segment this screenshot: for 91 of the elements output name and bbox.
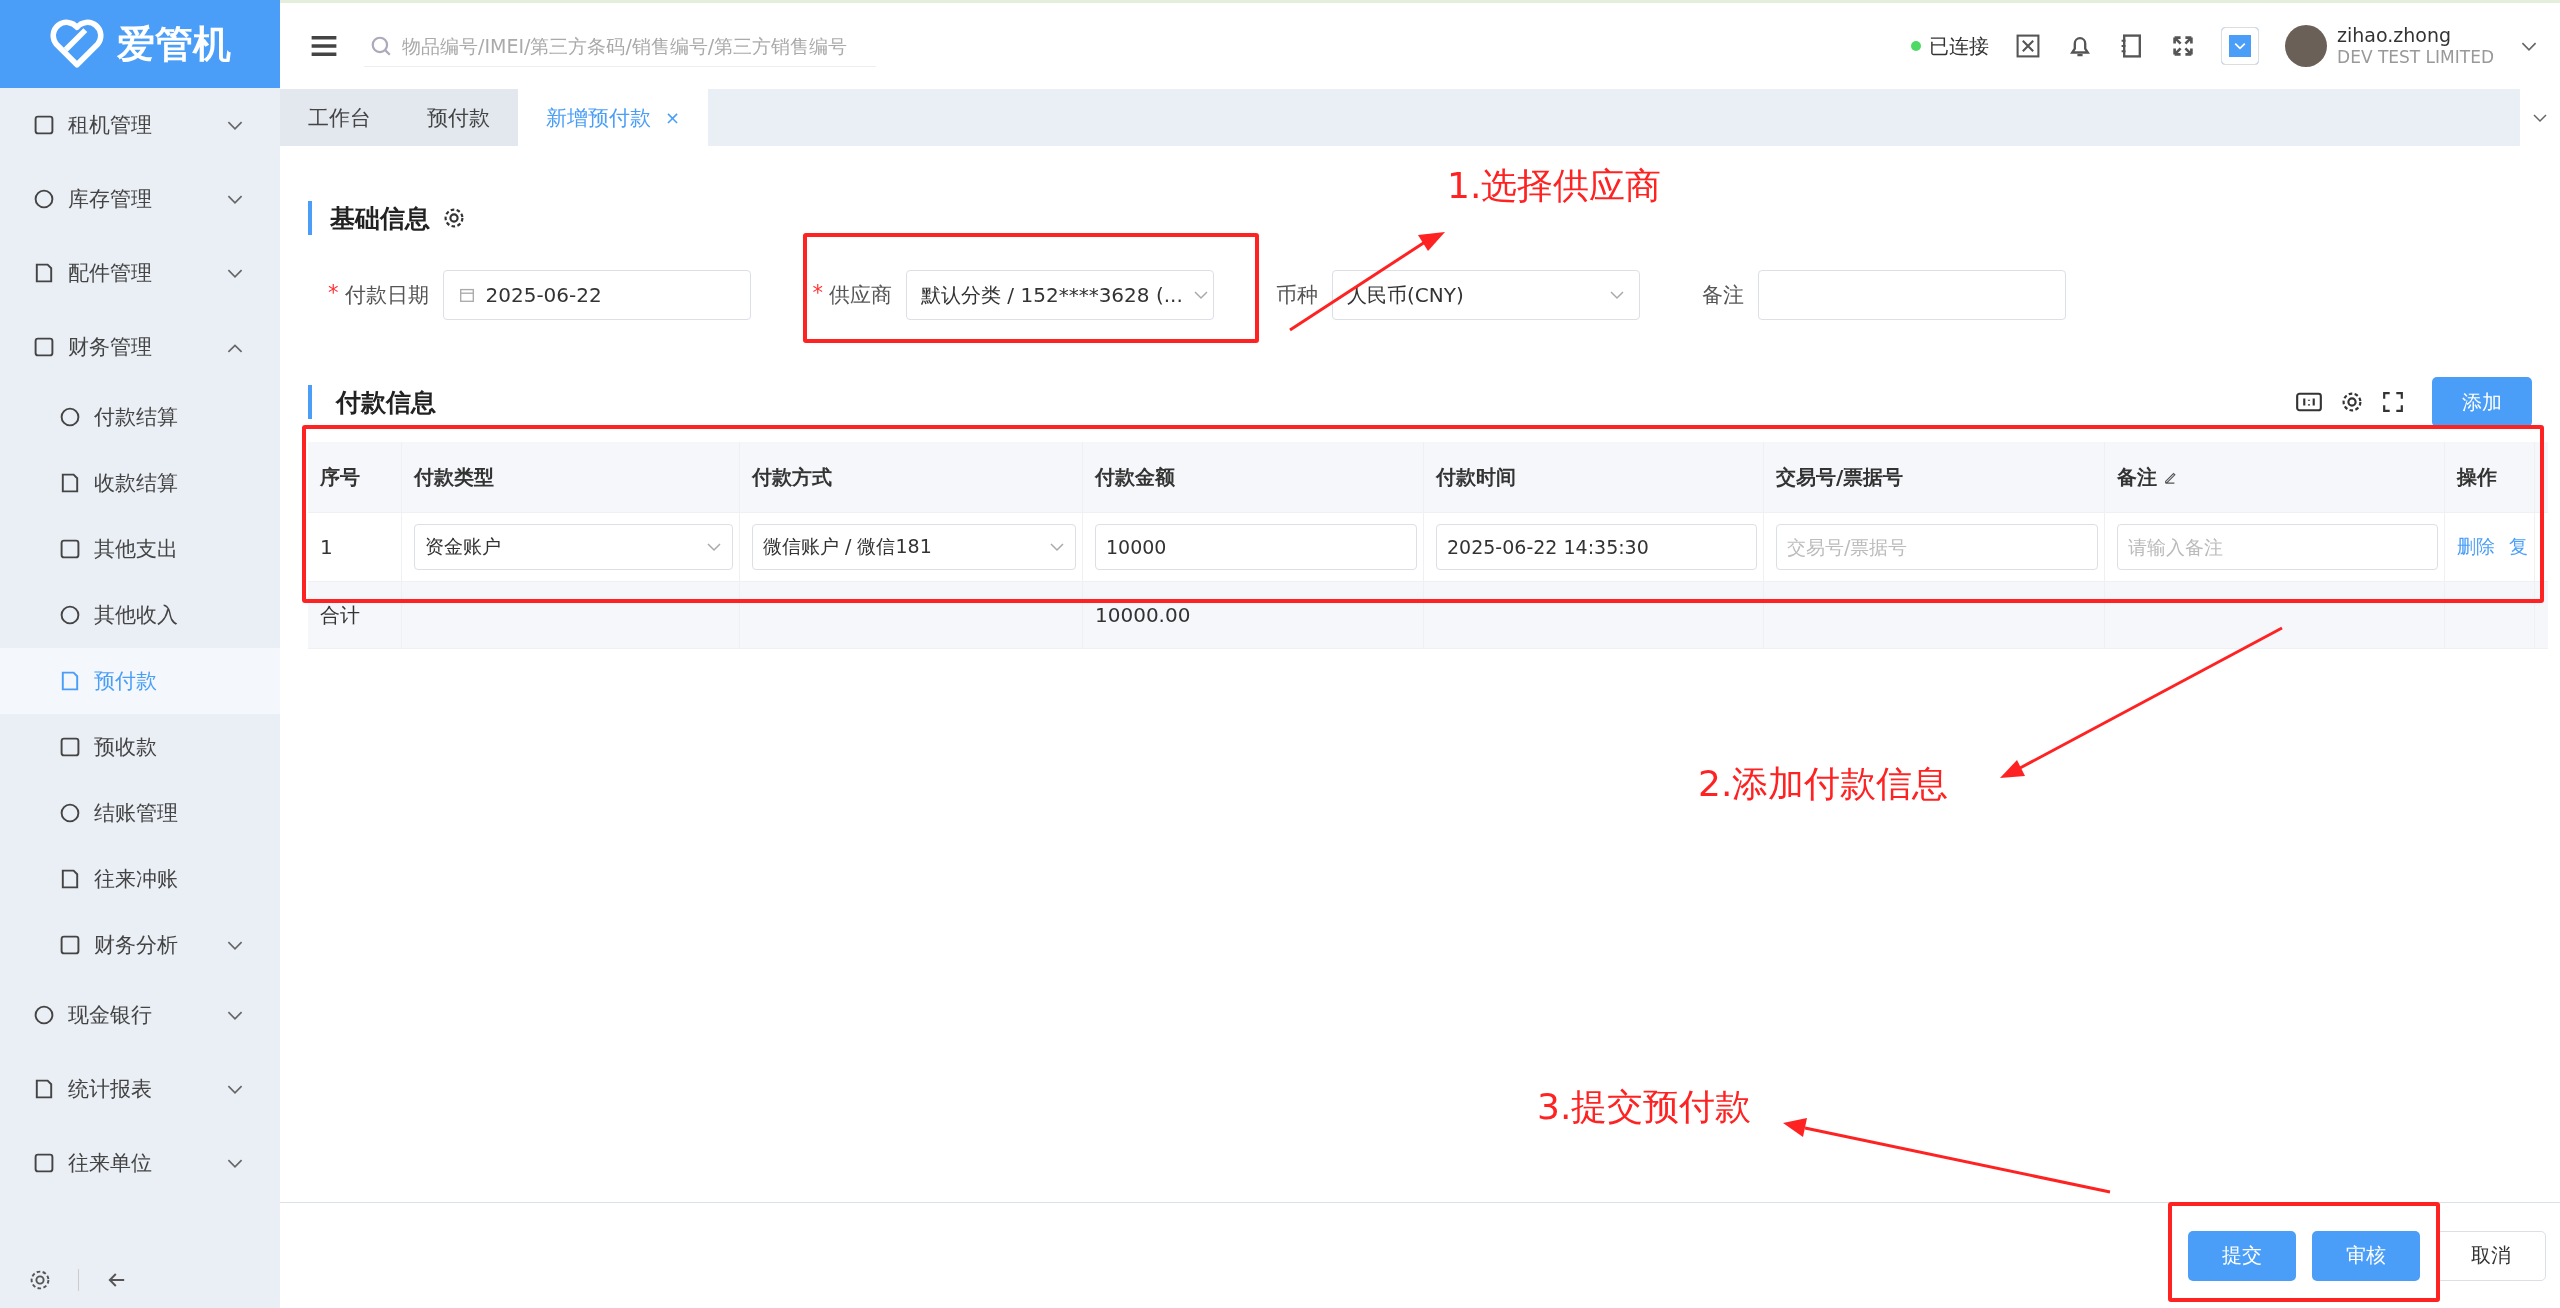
chevron-icon bbox=[226, 267, 244, 279]
select-field[interactable]: 资金账户 bbox=[414, 524, 733, 570]
field-label: 备注 bbox=[1702, 282, 1744, 309]
chevron-icon bbox=[226, 1083, 244, 1095]
annotation-text: 2.添加付款信息 bbox=[1698, 762, 1949, 806]
tool-icon[interactable] bbox=[2015, 33, 2042, 59]
section-title: 基础信息 bbox=[330, 202, 430, 235]
menu-item-icon bbox=[58, 603, 82, 627]
sidebar-item[interactable]: 往来单位 bbox=[0, 1126, 280, 1200]
column-header: 交易号/票据号 bbox=[1776, 463, 1904, 491]
sidebar-item[interactable]: 财务分析 bbox=[0, 912, 280, 978]
fullscreen-icon[interactable] bbox=[2171, 34, 2196, 58]
sidebar-item[interactable]: 财务管理 bbox=[0, 310, 280, 384]
field-label: 付款日期 bbox=[344, 282, 429, 309]
chevron-icon bbox=[226, 1157, 244, 1169]
sidebar-item[interactable]: 付款结算 bbox=[0, 384, 280, 450]
fullscreen-icon[interactable] bbox=[2382, 391, 2404, 413]
sidebar-item[interactable]: 现金银行 bbox=[0, 978, 280, 1052]
menu-item-icon bbox=[58, 405, 82, 429]
chevron-icon[interactable] bbox=[2520, 40, 2538, 52]
sidebar-item[interactable]: 租机管理 bbox=[0, 88, 280, 162]
sidebar-item[interactable]: 往来冲账 bbox=[0, 846, 280, 912]
chevron-icon bbox=[226, 193, 244, 205]
tab[interactable]: 工作台 bbox=[280, 89, 399, 146]
required-mark: * bbox=[812, 281, 823, 307]
chevron-icon bbox=[1609, 290, 1625, 300]
menu-item-icon bbox=[58, 933, 82, 957]
menu-item-icon bbox=[32, 1151, 56, 1175]
connection-status: 已连接 bbox=[1929, 32, 1990, 60]
sidebar-item[interactable]: 预收款 bbox=[0, 714, 280, 780]
required-mark: * bbox=[328, 281, 339, 307]
chevron-icon bbox=[2532, 112, 2548, 123]
input-field[interactable]: 交易号/票据号 bbox=[1776, 524, 2098, 570]
chevron-icon bbox=[1192, 290, 1209, 300]
field-label: 币种 bbox=[1276, 282, 1318, 309]
ratio-icon[interactable] bbox=[2296, 391, 2322, 413]
search-icon bbox=[370, 34, 392, 57]
input-field[interactable]: 请输入备注 bbox=[2117, 524, 2438, 570]
sidebar-item[interactable]: 其他收入 bbox=[0, 582, 280, 648]
settings-icon[interactable] bbox=[2340, 390, 2364, 414]
settings-icon[interactable] bbox=[442, 206, 466, 230]
menu-item-icon bbox=[58, 801, 82, 825]
field-label: 供应商 bbox=[829, 282, 892, 309]
chevron-icon bbox=[226, 1009, 244, 1021]
sidebar-item[interactable]: 配件管理 bbox=[0, 236, 280, 310]
chevron-icon bbox=[1049, 542, 1065, 552]
table-cell: 10000.00 bbox=[1095, 603, 1191, 627]
sidebar-item[interactable]: 结账管理 bbox=[0, 780, 280, 846]
input-field[interactable]: 2025-06-22 bbox=[442, 270, 751, 320]
input-field[interactable]: 默认分类 / 152****3628 (... bbox=[906, 270, 1214, 320]
sidebar-item[interactable]: 库存管理 bbox=[0, 162, 280, 236]
menu-item-icon bbox=[32, 187, 56, 211]
chevron-icon bbox=[706, 542, 722, 552]
menu-item-icon bbox=[32, 113, 56, 137]
tab[interactable]: 预付款 bbox=[399, 89, 518, 146]
dropdown-button[interactable] bbox=[2221, 27, 2260, 65]
menu-item-icon bbox=[58, 735, 82, 759]
menu-icon[interactable] bbox=[310, 35, 338, 57]
calendar-icon bbox=[457, 286, 476, 304]
input-field[interactable] bbox=[1758, 270, 2066, 320]
annotation-text: 1.选择供应商 bbox=[1447, 164, 1662, 208]
table-cell: 1 bbox=[320, 535, 333, 559]
section-title: 付款信息 bbox=[336, 386, 436, 419]
logo-text: 爱管机 bbox=[117, 20, 231, 68]
column-header: 操作 bbox=[2457, 463, 2497, 491]
menu-item-icon bbox=[58, 537, 82, 561]
annotation-text: 3.提交预付款 bbox=[1537, 1085, 1752, 1129]
menu-item-icon bbox=[32, 335, 56, 359]
company-name: DEV TEST LIMITED bbox=[2337, 47, 2494, 69]
user-name: zihao.zhong bbox=[2337, 23, 2453, 48]
column-header: 付款时间 bbox=[1436, 463, 1516, 491]
chevron-icon bbox=[226, 119, 244, 131]
sidebar-item[interactable]: 统计报表 bbox=[0, 1052, 280, 1126]
sidebar-item[interactable]: 其他支出 bbox=[0, 516, 280, 582]
table-cell: 合计 bbox=[320, 601, 360, 629]
column-header: 付款方式 bbox=[752, 463, 832, 491]
sidebar-item[interactable]: 收款结算 bbox=[0, 450, 280, 516]
avatar[interactable] bbox=[2285, 25, 2328, 67]
chevron-icon bbox=[226, 939, 244, 951]
column-header: 备注 bbox=[2117, 463, 2157, 491]
column-header: 序号 bbox=[320, 463, 360, 491]
input-field[interactable]: 2025-06-22 14:35:30 bbox=[1436, 524, 1757, 570]
select-field[interactable]: 微信账户 / 微信181 bbox=[752, 524, 1076, 570]
settings-icon[interactable] bbox=[28, 1268, 52, 1292]
column-header: 付款金额 bbox=[1095, 463, 1175, 491]
menu-item-icon bbox=[32, 1003, 56, 1027]
input-field[interactable]: 10000 bbox=[1095, 524, 1417, 570]
column-header: 付款类型 bbox=[414, 463, 494, 491]
edit-icon bbox=[2163, 470, 2177, 484]
heart-logo-icon bbox=[49, 19, 105, 69]
chevron-icon bbox=[2234, 42, 2247, 50]
